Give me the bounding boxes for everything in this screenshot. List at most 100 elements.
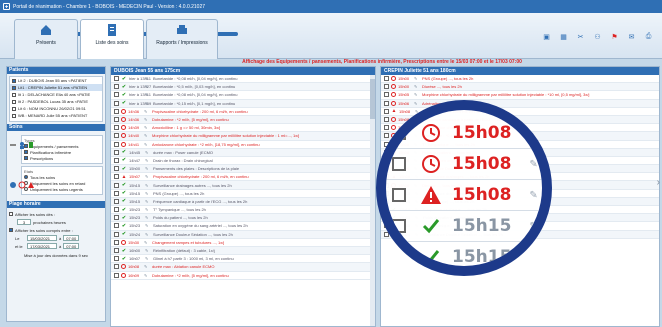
care-checkbox[interactable] [114,108,119,114]
tools-icon[interactable]: ✂ [575,31,586,42]
patient-checkbox[interactable] [12,106,16,111]
date1-input[interactable]: 15/03/2021 [27,235,57,241]
time2-input[interactable]: 07:00 [63,243,80,249]
screen-icon[interactable]: ▣ [541,31,552,42]
care-row[interactable]: 16h08 ✎ durée max : Ablation canule ECMO [111,263,375,272]
radio[interactable] [24,175,28,179]
care-checkbox[interactable] [114,264,119,270]
care-checkbox[interactable] [114,84,119,90]
care-row[interactable]: 15h05 ✎ Morphine chlorhydrate du milligram… [381,91,659,100]
care-checkbox[interactable] [384,100,389,106]
care-row[interactable]: ✔ 14h47 ✎ Drain de thorax : Drain chirurgic… [111,157,375,166]
checkbox[interactable] [24,156,28,160]
date2-input[interactable]: 17/03/2021 [27,243,57,249]
care-row[interactable]: 14h39 ✎ Amoxicilline : 1 g => 50 ml, 30min… [111,124,375,133]
hours-input[interactable]: 3 [17,219,31,225]
care-row[interactable]: ✔ 15h15 ✎ Fréquence cardiaque à partir de l… [111,197,375,206]
care-checkbox[interactable] [114,207,119,213]
image-icon[interactable]: ▦ [558,31,569,42]
care-checkbox[interactable] [384,117,389,123]
flag-icon[interactable]: ⚑ [609,31,620,42]
care-row[interactable]: ✔ hier à 13h27 ✎ Bunetanide : *0,5 ml/h, [0… [111,83,375,92]
care-row[interactable]: 16h09 ✎ Dobutamine : *2 ml/h, [5 mg/ml], e… [111,272,375,280]
care-row[interactable]: 14h36 ✎ Dobutamine : *2 ml/h, [5 mg/ml], e… [111,115,375,125]
care-row[interactable]: ✔ hier à 13h11 ✎ Bunetanide : *0,08 ml/h, [… [111,75,375,84]
patient-item[interactable]: lit 2 : PASDEBOL Lucas 35 ans <PATIE [10,98,102,105]
tab-liste-des-soins[interactable]: Liste des soins [80,19,144,59]
care-checkbox[interactable] [114,182,119,188]
care-checkbox[interactable] [114,256,119,262]
tab-presents[interactable]: Présents [14,19,78,59]
patient-item[interactable]: WB : MENARD Julie 55 ans <PATIENT [10,112,102,119]
care-row[interactable]: 14h41 ✎ Amiodarone chlorhydrate : *2 ml/h,… [111,141,375,149]
patient-item[interactable]: Lit1 : CREPIN Juliette 51 ans <PATIEN [10,84,102,91]
scrollbar-thumb[interactable] [370,79,375,119]
care-checkbox[interactable] [114,272,119,278]
patient-item[interactable]: lit 1 : DELACHANCE Ella 40 ans <PATIE [10,91,102,98]
care-checkbox[interactable] [114,215,119,221]
care-checkbox[interactable] [114,100,119,106]
print-icon[interactable]: ⎙ [643,31,654,42]
care-checkbox[interactable] [114,141,119,147]
show-between-checkbox[interactable] [9,228,13,232]
mail-icon[interactable]: ✉ [626,31,637,42]
care-checkbox[interactable] [114,92,119,98]
care-checkbox[interactable] [384,84,389,90]
care-checkbox[interactable] [114,166,119,172]
patient-item[interactable]: Lit 6 : NOM INCONNU 26/02/21 09:51 [10,105,102,112]
care-checkbox[interactable] [114,198,119,204]
care-checkbox[interactable] [114,223,119,229]
patient-item[interactable]: Lit 2 : DUBOIS Jean 55 ans <PATIENT [10,77,102,84]
patient-checkbox[interactable] [12,92,16,97]
care-row[interactable]: ✔ hier à 13h59 ✎ Bunetanide : *0,15 ml/h, [… [111,99,375,108]
show-from-row[interactable]: Afficher les soins dès : [9,210,103,218]
patient-checkbox[interactable] [12,78,16,83]
care-row[interactable]: ✔15h23 ✎ Poids du patient ..., tous les 2h [111,214,375,223]
care-row[interactable]: ✔15h24 ✎ Surveillance Douleur Sédation ...… [111,230,375,239]
care-row[interactable]: ✔ 15h23 ✎ Saturation en oxygène du sang art… [111,222,375,231]
care-row[interactable]: ✔ 15h00 ✎ Pansements des plaies : Descripti… [111,165,375,174]
care-row[interactable]: ✔ 16h00 ✎ Réinfiltration (défaut) : 3 cable… [111,246,375,256]
patient-checkbox[interactable] [12,85,16,90]
show-from-checkbox[interactable] [9,212,13,216]
care-checkbox[interactable] [114,117,119,123]
care-row[interactable]: ✔ hier à 13h11 ✎ Bunetanide : *0,08 ml/h, [… [111,91,375,100]
show-between-row[interactable]: Afficher les soins compris entre : [9,226,103,234]
care-checkbox[interactable] [114,149,119,155]
care-checkbox[interactable] [384,125,389,131]
type-prescriptions[interactable]: Prescriptions [24,155,100,161]
care-row[interactable]: ▲ 15h07 ✎ Propivacaïne chlorhydrate : 200 m… [111,173,375,182]
tab-rapports[interactable]: Rapports / Impressions [146,19,218,59]
care-checkbox[interactable] [114,76,119,82]
care-checkbox[interactable] [114,248,119,254]
care-checkbox[interactable] [114,231,119,237]
care-row[interactable]: ✔ 16h07 ✎ Glinel à h7 partir 3 : 1000 ml, 3… [111,255,375,264]
care-row[interactable]: ✔ 14h45 ✎ durée max : Poser canule (ECMO [111,148,375,157]
users-icon[interactable]: ⚇ [592,31,603,42]
care-checkbox[interactable] [384,108,389,114]
time1-input[interactable]: 07:00 [63,235,80,241]
care-checkbox[interactable] [114,157,119,163]
care-checkbox[interactable] [114,133,119,139]
care-row[interactable]: 15h06✎Adrénaline : 1 mg, à 15h08 [381,99,659,108]
care-checkbox[interactable] [114,190,119,196]
chevron-right-icon[interactable]: › [657,177,660,188]
patient-checkbox[interactable] [12,113,16,118]
care-checkbox[interactable] [384,76,389,82]
care-row[interactable]: 15h00 ✎ PNS (Groupe) ..., tous les 2h [381,75,659,84]
care-checkbox[interactable] [384,92,389,98]
patient-checkbox[interactable] [12,99,16,104]
scrollbar[interactable] [370,75,375,326]
care-row[interactable]: ✔15h15 ✎ PNS (Groupe) ..., tous les 2h [111,190,375,198]
care-row[interactable]: ✔15h23 ✎ T° Tympanique ..., tous les 2h [111,206,375,215]
care-checkbox[interactable] [114,125,119,131]
care-checkbox[interactable] [114,239,119,245]
care-row[interactable]: 15h00 ✎ Diurèse ..., tous les 2h [381,83,659,92]
care-row[interactable]: ✔15h15 ✎ Surveillance drainages autres ...… [111,181,375,190]
care-checkbox[interactable] [384,133,389,139]
care-row[interactable]: 15h30 ✎ Changement rampes et tubulures ...… [111,239,375,247]
etat-urgents[interactable]: Uniquement les soins urgents [24,186,100,192]
care-row[interactable]: 14h36 ✎ Propivacaïne chlorhydrate : 200 ml… [111,108,375,116]
care-row[interactable]: 14h40 ✎ Morphine chlorhydrate du milligram… [111,132,375,141]
care-checkbox[interactable] [114,174,119,180]
